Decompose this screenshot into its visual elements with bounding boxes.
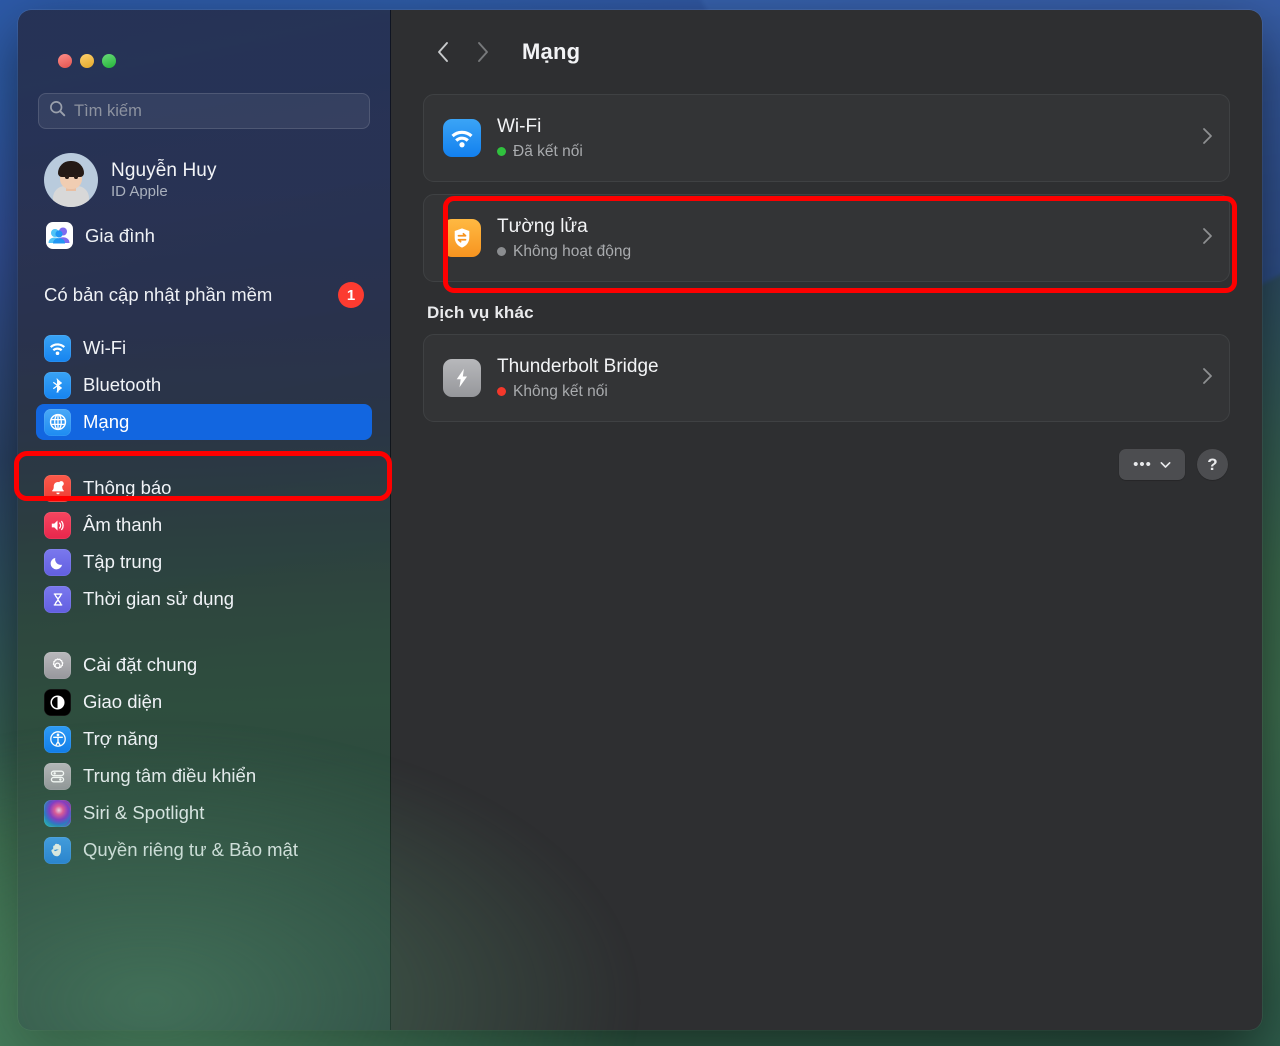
wifi-card: Wi-Fi Đã kết nối bbox=[423, 94, 1230, 182]
service-row-firewall[interactable]: Tường lửa Không hoạt động bbox=[424, 195, 1229, 281]
minimize-button[interactable] bbox=[80, 54, 94, 68]
service-name: Thunderbolt Bridge bbox=[497, 355, 659, 377]
chevron-right-icon bbox=[478, 42, 488, 62]
sidebar-item-sound[interactable]: Âm thanh bbox=[36, 507, 372, 543]
firewall-shield-icon bbox=[443, 219, 481, 257]
accessibility-icon bbox=[44, 725, 71, 753]
firewall-card: Tường lửa Không hoạt động bbox=[423, 194, 1230, 282]
sidebar-item-control-center-label: Trung tâm điều khiển bbox=[83, 765, 257, 786]
sidebar-item-privacy-security-label: Quyền riêng tư & Bảo mật bbox=[83, 839, 298, 860]
more-options-label: ••• bbox=[1133, 455, 1152, 473]
siri-icon bbox=[44, 799, 71, 827]
sidebar-group-system: Thông báo Âm thanh Tập trung Thời gian s… bbox=[34, 470, 374, 617]
globe-icon bbox=[44, 408, 71, 436]
service-status-label: Đã kết nối bbox=[513, 142, 583, 160]
maximize-button[interactable] bbox=[102, 54, 116, 68]
sidebar-item-bluetooth-label: Bluetooth bbox=[83, 374, 162, 395]
help-button[interactable]: ? bbox=[1197, 449, 1228, 480]
software-update-badge: 1 bbox=[338, 282, 364, 308]
service-status-label: Không kết nối bbox=[513, 382, 608, 400]
sidebar-item-accessibility-label: Trợ năng bbox=[83, 728, 159, 749]
footer-actions: ••• ? bbox=[423, 449, 1230, 480]
service-status-label: Không hoạt động bbox=[513, 242, 632, 260]
system-settings-window: Nguyễn Huy ID Apple Gia đình bbox=[18, 10, 1262, 1030]
control-center-icon bbox=[44, 762, 71, 790]
other-services-card: Thunderbolt Bridge Không kết nối bbox=[423, 334, 1230, 422]
service-status: Đã kết nối bbox=[497, 143, 1186, 161]
service-row-thunderbolt-bridge[interactable]: Thunderbolt Bridge Không kết nối bbox=[424, 335, 1229, 421]
sidebar-item-bluetooth[interactable]: Bluetooth bbox=[36, 367, 372, 403]
family-icon bbox=[46, 222, 73, 249]
other-services-heading: Dịch vụ khác bbox=[427, 303, 534, 322]
sidebar-item-focus[interactable]: Tập trung bbox=[36, 544, 372, 580]
chevron-right-icon bbox=[1202, 227, 1213, 250]
more-options-button[interactable]: ••• bbox=[1119, 449, 1185, 480]
sidebar-item-control-center[interactable]: Trung tâm điều khiển bbox=[36, 758, 372, 794]
status-dot-connected bbox=[497, 147, 506, 156]
sidebar-item-siri-spotlight-label: Siri & Spotlight bbox=[83, 802, 205, 823]
sidebar-group-connectivity: Wi-Fi Bluetooth Mạng bbox=[34, 330, 374, 440]
desktop-wallpaper: Nguyễn Huy ID Apple Gia đình bbox=[0, 0, 1280, 1046]
service-status: Không kết nối bbox=[497, 383, 1186, 401]
sidebar-item-mang-label: Mạng bbox=[83, 411, 130, 432]
search-icon bbox=[49, 100, 66, 122]
thunderbolt-icon bbox=[443, 359, 481, 397]
sidebar-group-general: Cài đặt chung Giao diện Trợ năng Trung t… bbox=[34, 647, 374, 868]
sidebar: Nguyễn Huy ID Apple Gia đình bbox=[18, 10, 391, 1030]
sidebar-item-appearance[interactable]: Giao diện bbox=[36, 684, 372, 720]
sidebar-item-notifications-label: Thông báo bbox=[83, 477, 172, 498]
privacy-hand-icon bbox=[44, 836, 71, 864]
chevron-down-icon bbox=[1160, 456, 1171, 474]
sidebar-item-mang[interactable]: Mạng bbox=[36, 404, 372, 440]
hourglass-icon bbox=[44, 585, 71, 613]
close-button[interactable] bbox=[58, 54, 72, 68]
sidebar-item-family[interactable]: Gia đình bbox=[40, 217, 370, 254]
chevron-right-icon bbox=[1202, 367, 1213, 390]
back-button[interactable] bbox=[426, 35, 460, 69]
software-update-row[interactable]: Có bản cập nhật phần mềm 1 bbox=[42, 278, 366, 312]
appearance-icon bbox=[44, 688, 71, 716]
sidebar-item-accessibility[interactable]: Trợ năng bbox=[36, 721, 372, 757]
service-name: Wi-Fi bbox=[497, 115, 542, 137]
sidebar-item-sound-label: Âm thanh bbox=[83, 514, 163, 535]
software-update-label: Có bản cập nhật phần mềm bbox=[44, 284, 273, 305]
sidebar-item-focus-label: Tập trung bbox=[83, 551, 163, 572]
bell-icon bbox=[44, 474, 71, 502]
status-dot-inactive bbox=[497, 247, 506, 256]
wifi-icon bbox=[44, 334, 71, 362]
chevron-left-icon bbox=[438, 42, 448, 62]
content-pane: Mạng Wi-Fi Đã kết nối Tường lửa Không ho… bbox=[391, 10, 1262, 1030]
search-field[interactable] bbox=[38, 93, 370, 129]
status-dot-disconnected bbox=[497, 387, 506, 396]
gear-icon bbox=[44, 651, 71, 679]
chevron-right-icon bbox=[1202, 127, 1213, 150]
sidebar-item-siri-spotlight[interactable]: Siri & Spotlight bbox=[36, 795, 372, 831]
service-row-wifi[interactable]: Wi-Fi Đã kết nối bbox=[424, 95, 1229, 181]
sidebar-item-privacy-security[interactable]: Quyền riêng tư & Bảo mật bbox=[36, 832, 372, 868]
toolbar: Mạng bbox=[423, 10, 1230, 94]
wifi-icon bbox=[443, 119, 481, 157]
search-input[interactable] bbox=[74, 101, 359, 121]
account-subtitle: ID Apple bbox=[111, 183, 168, 200]
sidebar-item-screen-time[interactable]: Thời gian sử dụng bbox=[36, 581, 372, 617]
bluetooth-icon bbox=[44, 371, 71, 399]
service-name: Tường lửa bbox=[497, 215, 588, 237]
sidebar-item-general[interactable]: Cài đặt chung bbox=[36, 647, 372, 683]
page-title: Mạng bbox=[522, 39, 581, 64]
avatar bbox=[44, 153, 98, 207]
sidebar-item-general-label: Cài đặt chung bbox=[83, 654, 198, 675]
moon-icon bbox=[44, 548, 71, 576]
sidebar-item-wifi[interactable]: Wi-Fi bbox=[36, 330, 372, 366]
sidebar-item-appearance-label: Giao diện bbox=[83, 691, 163, 712]
sidebar-item-screen-time-label: Thời gian sử dụng bbox=[83, 588, 235, 609]
sidebar-item-notifications[interactable]: Thông báo bbox=[36, 470, 372, 506]
window-controls bbox=[34, 10, 374, 68]
apple-account-row[interactable]: Nguyễn Huy ID Apple bbox=[40, 149, 370, 211]
sidebar-item-family-label: Gia đình bbox=[85, 224, 155, 246]
forward-button[interactable] bbox=[466, 35, 500, 69]
account-name: Nguyễn Huy bbox=[111, 160, 217, 181]
speaker-icon bbox=[44, 511, 71, 539]
sidebar-item-wifi-label: Wi-Fi bbox=[83, 337, 127, 358]
service-status: Không hoạt động bbox=[497, 243, 1186, 261]
